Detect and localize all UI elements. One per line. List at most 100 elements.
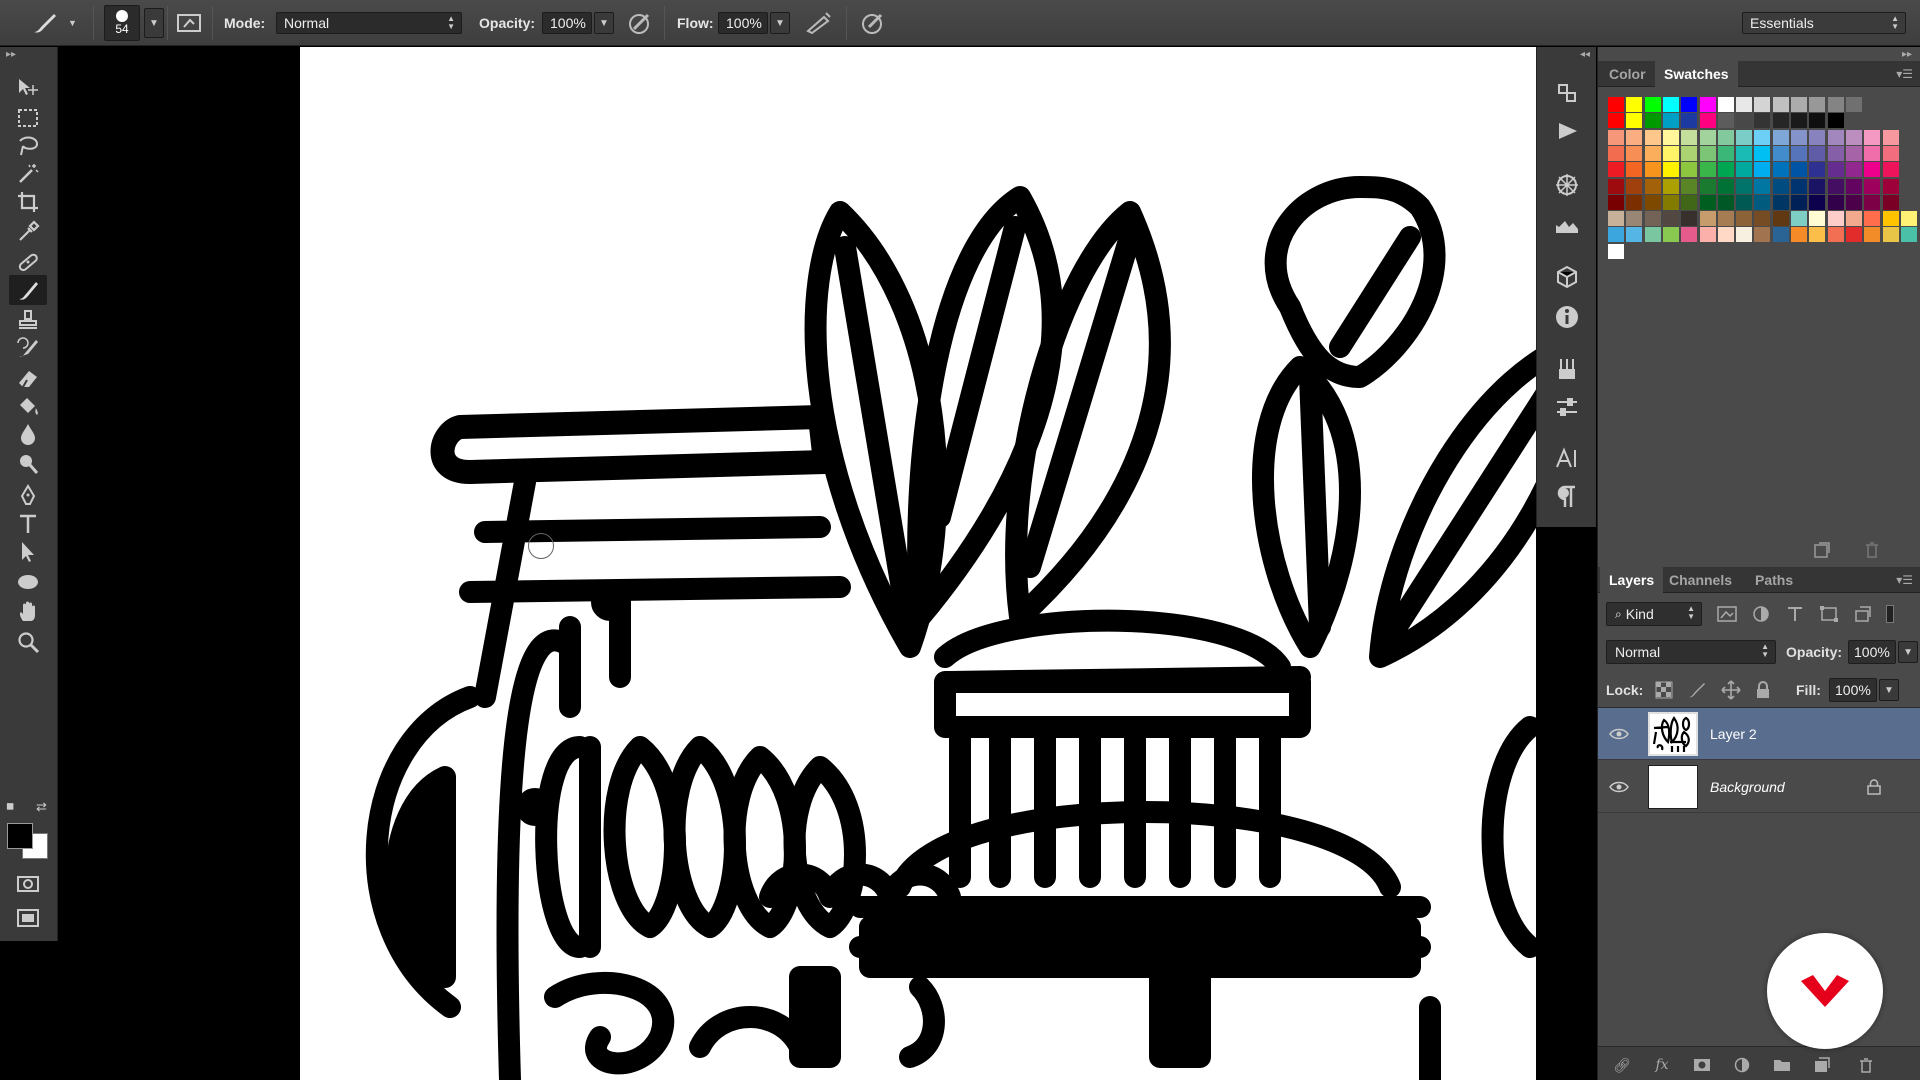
swatch[interactable] <box>1827 145 1844 161</box>
swatch[interactable] <box>1772 129 1789 145</box>
swatch[interactable] <box>1699 129 1716 145</box>
pressure-size-button[interactable] <box>859 0 887 46</box>
swatch[interactable] <box>1608 211 1624 227</box>
default-colors-icon[interactable]: ◼ <box>6 801 14 812</box>
swatch[interactable] <box>1772 97 1789 112</box>
history-panel-button[interactable] <box>1551 77 1583 109</box>
eyedropper-tool[interactable] <box>9 217 47 247</box>
swap-colors-icon[interactable]: ⇄ <box>36 799 47 815</box>
swatch[interactable] <box>1791 194 1807 210</box>
swatch[interactable] <box>1699 211 1716 227</box>
swatch[interactable] <box>1608 97 1624 112</box>
swatch[interactable] <box>1608 178 1624 194</box>
swatch[interactable] <box>1845 145 1862 161</box>
swatch[interactable] <box>1644 162 1661 178</box>
swatch[interactable] <box>1827 113 1844 129</box>
swatch[interactable] <box>1754 162 1771 178</box>
swatch[interactable] <box>1736 178 1753 194</box>
collapse-dock-icon[interactable]: ▸▸ <box>1902 49 1912 60</box>
swatch[interactable] <box>1772 145 1789 161</box>
swatch[interactable] <box>1864 227 1881 243</box>
swatch[interactable] <box>1699 145 1716 161</box>
swatch[interactable] <box>1791 113 1807 129</box>
collapse-strip-icon[interactable]: ◂◂ <box>1580 49 1590 60</box>
swatch[interactable] <box>1754 178 1771 194</box>
document-canvas[interactable] <box>300 47 1536 1080</box>
swatch[interactable] <box>1699 178 1716 194</box>
swatch[interactable] <box>1736 211 1753 227</box>
delete-layer-icon[interactable] <box>1854 1055 1878 1075</box>
filter-adjustment-icon[interactable] <box>1750 605 1772 623</box>
swatch[interactable] <box>1845 129 1862 145</box>
swatch[interactable] <box>1827 129 1844 145</box>
pen-tool[interactable] <box>9 481 47 511</box>
swatch[interactable] <box>1662 145 1679 161</box>
swatch[interactable] <box>1754 97 1771 112</box>
swatch[interactable] <box>1681 178 1698 194</box>
swatch[interactable] <box>1608 145 1624 161</box>
tab-channels[interactable]: Channels <box>1660 567 1741 593</box>
swatch[interactable] <box>1699 194 1716 210</box>
visibility-toggle[interactable] <box>1606 708 1632 760</box>
swatch[interactable] <box>1827 194 1844 210</box>
swatch[interactable] <box>1827 178 1844 194</box>
swatch[interactable] <box>1845 162 1862 178</box>
swatch[interactable] <box>1809 227 1826 243</box>
swatch[interactable] <box>1608 113 1624 129</box>
swatch[interactable] <box>1845 194 1862 210</box>
swatch[interactable] <box>1717 113 1734 129</box>
swatch[interactable] <box>1791 145 1807 161</box>
swatch[interactable] <box>1809 97 1826 112</box>
quick-mask-button[interactable] <box>9 869 47 899</box>
move-tool[interactable] <box>9 73 47 103</box>
shape-tool[interactable] <box>9 567 47 597</box>
layer-row-layer-2[interactable]: Layer 2 <box>1598 708 1920 760</box>
zoom-tool[interactable] <box>9 627 47 657</box>
swatch[interactable] <box>1626 178 1643 194</box>
swatch[interactable] <box>1809 113 1826 129</box>
swatch[interactable] <box>1845 211 1862 227</box>
swatch[interactable] <box>1864 178 1881 194</box>
tab-paths[interactable]: Paths <box>1746 567 1802 593</box>
type-tool[interactable] <box>9 509 47 539</box>
workspace-switcher[interactable]: Essentials ▲ ▼ <box>1742 12 1906 34</box>
swatch[interactable] <box>1791 227 1807 243</box>
swatch[interactable] <box>1662 194 1679 210</box>
opacity-slider-dropdown[interactable]: ▼ <box>594 12 614 34</box>
flow-slider-dropdown[interactable]: ▼ <box>770 12 790 34</box>
swatch[interactable] <box>1754 194 1771 210</box>
swatch[interactable] <box>1717 97 1734 112</box>
blur-tool[interactable] <box>9 419 47 449</box>
swatch[interactable] <box>1882 162 1899 178</box>
swatch[interactable] <box>1882 211 1899 227</box>
collapse-panel-icon[interactable]: ▸▸ <box>6 49 16 60</box>
swatch[interactable] <box>1809 162 1826 178</box>
swatch[interactable] <box>1864 129 1881 145</box>
panel-menu-icon[interactable]: ▾☰ <box>1896 573 1913 587</box>
layer-filter-select[interactable]: ⌕ Kind ▲ ▼ <box>1606 602 1702 626</box>
swatch[interactable] <box>1845 178 1862 194</box>
swatch[interactable] <box>1827 211 1844 227</box>
swatch[interactable] <box>1626 211 1643 227</box>
swatch[interactable] <box>1626 227 1643 243</box>
swatch[interactable] <box>1608 194 1624 210</box>
paragraph-panel-button[interactable] <box>1551 481 1583 513</box>
swatch[interactable] <box>1809 129 1826 145</box>
flow-input[interactable]: 100% <box>718 12 768 34</box>
swatch[interactable] <box>1626 145 1643 161</box>
fx-icon[interactable]: fx <box>1650 1055 1674 1075</box>
healing-brush-tool[interactable] <box>9 247 47 277</box>
filter-type-icon[interactable] <box>1784 605 1806 623</box>
lock-all-icon[interactable] <box>1755 681 1771 699</box>
panel-menu-icon[interactable]: ▾☰ <box>1896 67 1913 81</box>
swatch[interactable] <box>1736 145 1753 161</box>
visibility-toggle[interactable] <box>1606 761 1632 813</box>
swatch[interactable] <box>1809 178 1826 194</box>
swatch[interactable] <box>1754 113 1771 129</box>
swatch[interactable] <box>1845 97 1862 112</box>
lock-pixels-icon[interactable] <box>1687 681 1707 699</box>
swatch[interactable] <box>1772 162 1789 178</box>
dodge-tool[interactable] <box>9 449 47 479</box>
new-swatch-icon[interactable] <box>1813 541 1831 562</box>
swatch[interactable] <box>1791 162 1807 178</box>
